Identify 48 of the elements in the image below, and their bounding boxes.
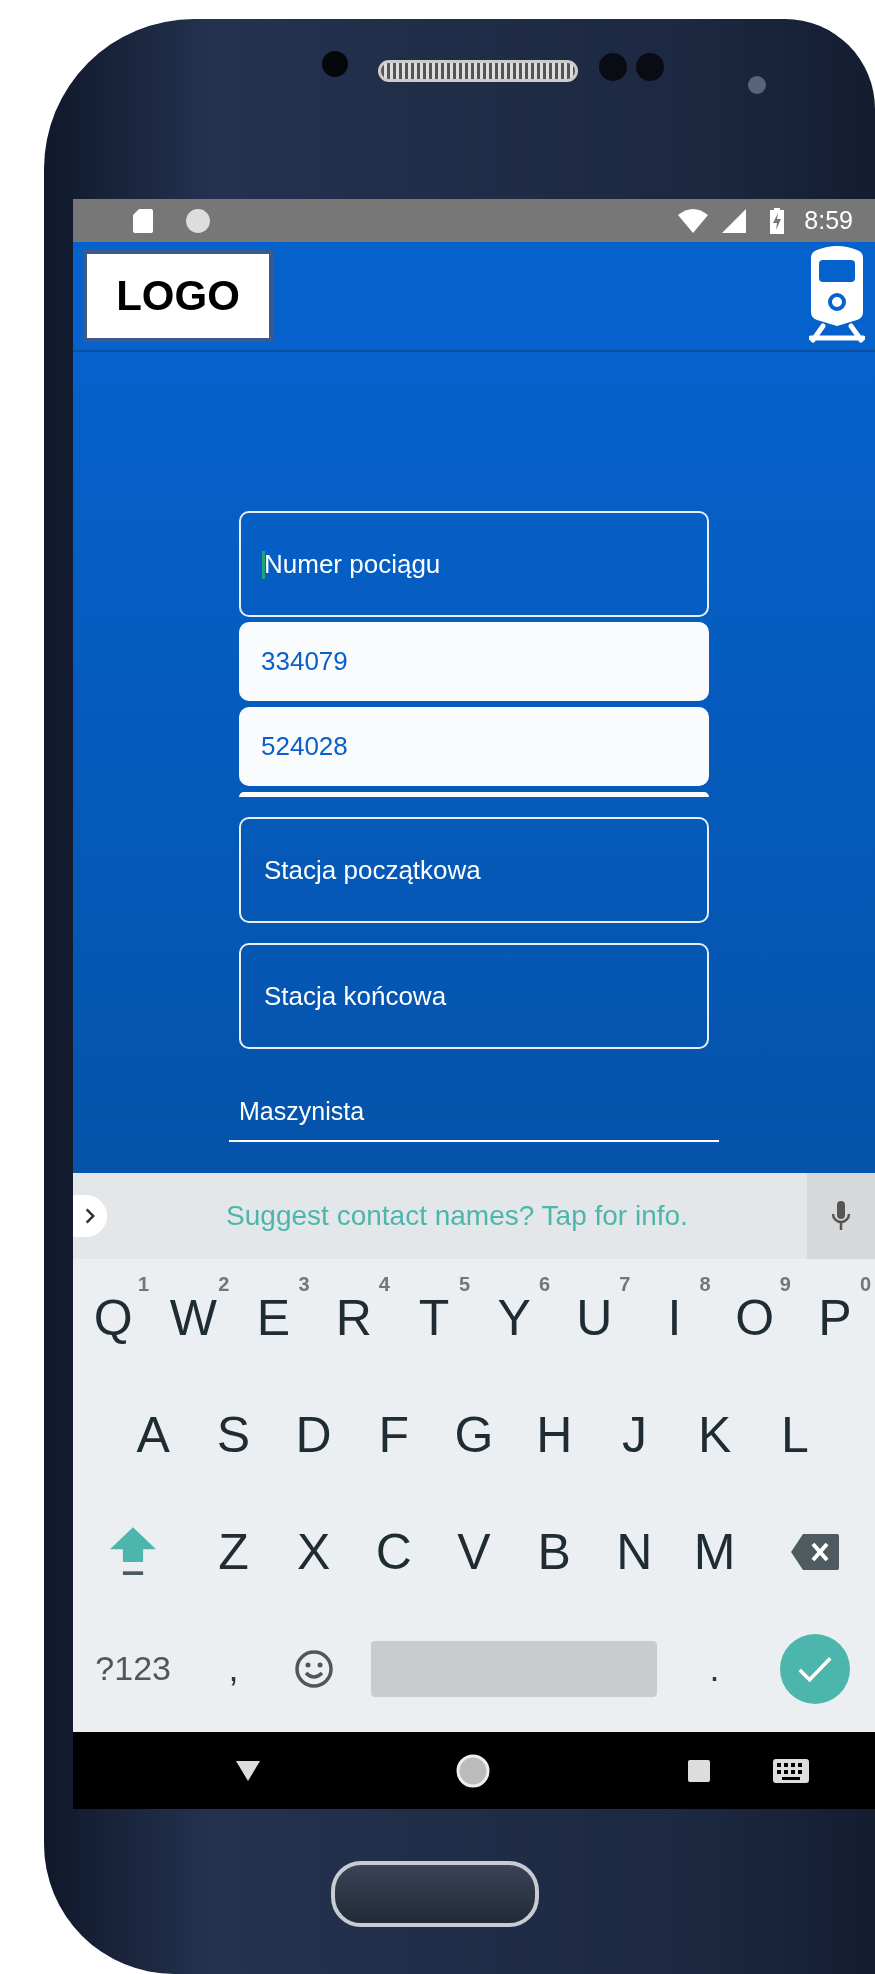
camera-icon — [322, 51, 348, 77]
key[interactable]: A — [113, 1376, 194, 1493]
keyboard-icon[interactable] — [773, 1759, 809, 1783]
comma-key[interactable]: , — [193, 1610, 274, 1727]
key[interactable]: D — [273, 1376, 354, 1493]
key[interactable]: G — [433, 1376, 515, 1493]
logo: LOGO — [83, 250, 273, 342]
clock: 8:59 — [804, 206, 853, 235]
sync-icon — [185, 207, 211, 234]
period-key[interactable]: . — [674, 1610, 755, 1727]
key[interactable]: Z — [193, 1493, 274, 1610]
backspace-icon — [790, 1533, 839, 1570]
expand-button[interactable] — [73, 1195, 107, 1237]
wifi-icon — [678, 208, 709, 233]
key[interactable]: V — [433, 1493, 515, 1610]
input-field[interactable]: Stacja początkowa — [239, 817, 709, 923]
checkmark-icon — [796, 1654, 833, 1683]
chevron-right-icon — [85, 1207, 95, 1225]
dropdown-item[interactable]: 524028 — [239, 707, 709, 786]
back-icon[interactable] — [236, 1761, 260, 1781]
sensor-icon — [748, 76, 766, 94]
key[interactable]: F — [353, 1376, 434, 1493]
dropdown-item[interactable]: 334079 — [239, 622, 709, 701]
home-button[interactable] — [330, 1861, 539, 1927]
key[interactable]: N — [594, 1493, 675, 1610]
sensor-icon — [636, 53, 664, 81]
sd-card-icon — [133, 208, 153, 233]
home-icon[interactable] — [456, 1754, 490, 1788]
symbols-key[interactable]: ?123 — [73, 1610, 194, 1727]
key[interactable]: B — [514, 1493, 595, 1610]
key[interactable]: H — [514, 1376, 595, 1493]
key[interactable]: X — [273, 1493, 354, 1610]
key[interactable]: C — [353, 1493, 434, 1610]
shift-icon — [110, 1526, 157, 1577]
microphone-button[interactable] — [807, 1173, 875, 1259]
key[interactable]: M — [674, 1493, 755, 1610]
key[interactable]: L — [754, 1376, 835, 1493]
key[interactable]: S — [193, 1376, 274, 1493]
microphone-icon — [831, 1201, 851, 1231]
battery-charging-icon — [770, 207, 785, 234]
key[interactable]: J — [594, 1376, 675, 1493]
input-field[interactable]: Stacja końcowa — [239, 943, 709, 1049]
sensor-icon — [599, 53, 627, 81]
input-field[interactable]: Numer pociągu — [239, 511, 709, 617]
key[interactable]: K — [674, 1376, 755, 1493]
smiley-icon — [293, 1648, 334, 1689]
speaker-grille-icon — [378, 60, 578, 82]
signal-icon — [722, 208, 747, 233]
